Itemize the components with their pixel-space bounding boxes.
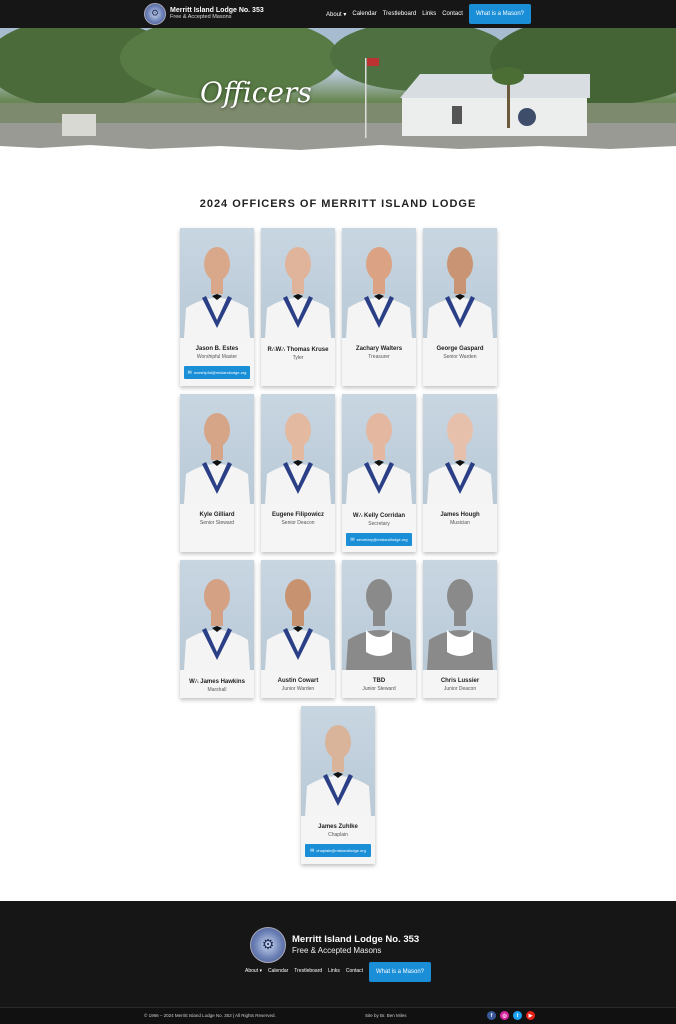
footer-nav-trestleboard[interactable]: Trestleboard [294, 968, 322, 974]
footer-what-is-a-mason-button[interactable]: What is a Mason? [369, 962, 431, 982]
officer-name: James Hough [440, 512, 480, 518]
officer-name: W∴ James Hawkins [189, 679, 245, 685]
officer-card: W∴ Kelly Corridan Secretary ✉ secretary@mis… [342, 394, 416, 552]
officer-photo [180, 394, 254, 504]
officer-name: TBD [372, 678, 386, 684]
footer-nav-about[interactable]: About ▾ [245, 968, 262, 974]
officer-role: Secretary [368, 521, 390, 527]
officer-photo [180, 228, 254, 338]
officer-name: W∴ Kelly Corridan [352, 513, 406, 519]
officer-name: Eugene Filipowicz [271, 512, 324, 518]
officer-name: James Zuhlke [318, 824, 358, 830]
officer-role: Senior Warden [443, 354, 477, 360]
officer-card: Eugene Filipowicz Senior Deacon [261, 394, 335, 552]
instagram-icon[interactable]: ◎ [500, 1011, 509, 1020]
twitter-icon[interactable]: t [513, 1011, 522, 1020]
officer-card: James Hough Musician [423, 394, 497, 552]
officer-card: Chris Lussier Junior Deacon [423, 560, 497, 698]
officer-name: Jason B. Estes [195, 346, 239, 352]
officer-name: R∴W∴ Thomas Kruse [267, 347, 329, 353]
officer-card: George Gaspard Senior Warden [423, 228, 497, 386]
officer-role: Worshipful Master [196, 354, 238, 360]
social-links: f ◎ t ▶ [487, 1011, 535, 1020]
officer-card: TBD Junior Steward [342, 560, 416, 698]
officer-photo [423, 560, 497, 670]
officer-role: Treasurer [368, 354, 390, 360]
nav-about[interactable]: About ▾ [326, 11, 346, 18]
footer-nav-contact[interactable]: Contact [346, 968, 363, 974]
officer-role: Marshall [207, 687, 227, 693]
officer-email-button[interactable]: ✉ secretary@mislandlodge.org [346, 533, 412, 546]
top-header: ⚙ Merritt Island Lodge No. 353 Free & Ac… [0, 0, 676, 28]
officer-photo [342, 560, 416, 670]
officer-role: Junior Steward [362, 686, 396, 692]
officer-email: worshipful@mislandlodge.org [193, 370, 247, 375]
nav-links[interactable]: Links [422, 11, 436, 18]
nav-calendar[interactable]: Calendar [352, 11, 376, 18]
officer-card: James Zuhlke Chaplain ✉ chaplain@mislandlod… [301, 706, 375, 864]
footer-brand-name: Merritt Island Lodge No. 353 [292, 934, 420, 945]
brand-link[interactable]: ⚙ Merritt Island Lodge No. 353 Free & Ac… [144, 3, 264, 25]
officer-photo [301, 706, 375, 816]
nav-trestleboard[interactable]: Trestleboard [383, 11, 416, 18]
officer-card: R∴W∴ Thomas Kruse Tyler [261, 228, 335, 386]
what-is-a-mason-button[interactable]: What is a Mason? [469, 4, 531, 24]
officer-photo [261, 394, 335, 504]
envelope-icon: ✉ [310, 848, 315, 854]
nav-contact[interactable]: Contact [442, 11, 463, 18]
officer-photo [261, 228, 335, 338]
page-title: Officers [200, 76, 312, 109]
officer-photo [423, 228, 497, 338]
main-nav: About ▾ Calendar Trestleboard Links Cont… [326, 11, 463, 18]
officer-email: secretary@mislandlodge.org [356, 537, 408, 542]
lodge-logo: ⚙ [144, 3, 166, 25]
officer-name: Austin Cowart [277, 678, 319, 684]
officer-role: Junior Deacon [443, 686, 477, 692]
officer-card: Kyle Gilliard Senior Steward [180, 394, 254, 552]
brand-subtitle: Free & Accepted Masons [170, 14, 232, 21]
section-heading: 2024 OFFICERS OF MERRITT ISLAND LODGE [199, 198, 477, 210]
square-compass-icon: ⚙ [261, 937, 275, 953]
officer-photo [423, 394, 497, 504]
officer-email-button[interactable]: ✉ worshipful@mislandlodge.org [184, 366, 250, 379]
officer-name: Zachary Walters [355, 346, 403, 352]
officer-name: Chris Lussier [440, 678, 480, 684]
hero-photo [0, 28, 676, 158]
officer-card: Jason B. Estes Worshipful Master ✉ worshipf… [180, 228, 254, 386]
officer-card: W∴ James Hawkins Marshall [180, 560, 254, 698]
officer-name: Kyle Gilliard [199, 512, 235, 518]
officer-email: chaplain@mislandlodge.org [316, 848, 366, 853]
officer-card: Zachary Walters Treasurer [342, 228, 416, 386]
brand-name: Merritt Island Lodge No. 353 [170, 7, 264, 15]
bottom-bar [0, 1007, 676, 1024]
officer-role: Chaplain [328, 832, 348, 838]
youtube-icon[interactable]: ▶ [526, 1011, 535, 1020]
hero-banner: Officers [0, 28, 676, 158]
footer-lodge-logo[interactable]: ⚙ [250, 927, 286, 963]
footer-nav-calendar[interactable]: Calendar [268, 968, 288, 974]
officer-role: Tyler [292, 355, 304, 361]
envelope-icon: ✉ [350, 537, 355, 543]
facebook-icon[interactable]: f [487, 1011, 496, 1020]
officer-card: Austin Cowart Junior Warden [261, 560, 335, 698]
officer-role: Musician [450, 520, 470, 526]
square-compass-icon: ⚙ [150, 9, 160, 19]
footer-nav-links[interactable]: Links [328, 968, 340, 974]
footer-brand-subtitle: Free & Accepted Masons [292, 946, 382, 955]
officer-role: Senior Steward [199, 520, 235, 526]
officer-email-button[interactable]: ✉ chaplain@mislandlodge.org [305, 844, 371, 857]
officer-photo [342, 394, 416, 504]
site-credit[interactable]: Site by Br. Ben Miles [365, 1013, 407, 1018]
copyright-text: © 1966 – 2024 Merritt Island Lodge No. 3… [144, 1013, 276, 1018]
footer-nav: About ▾ Calendar Trestleboard Links Cont… [245, 968, 363, 974]
officer-photo [180, 560, 254, 670]
officer-photo [342, 228, 416, 338]
officer-role: Senior Deacon [281, 520, 315, 526]
envelope-icon: ✉ [187, 370, 192, 376]
officer-name: George Gaspard [436, 346, 484, 352]
officer-role: Junior Warden [281, 686, 315, 692]
officer-photo [261, 560, 335, 670]
